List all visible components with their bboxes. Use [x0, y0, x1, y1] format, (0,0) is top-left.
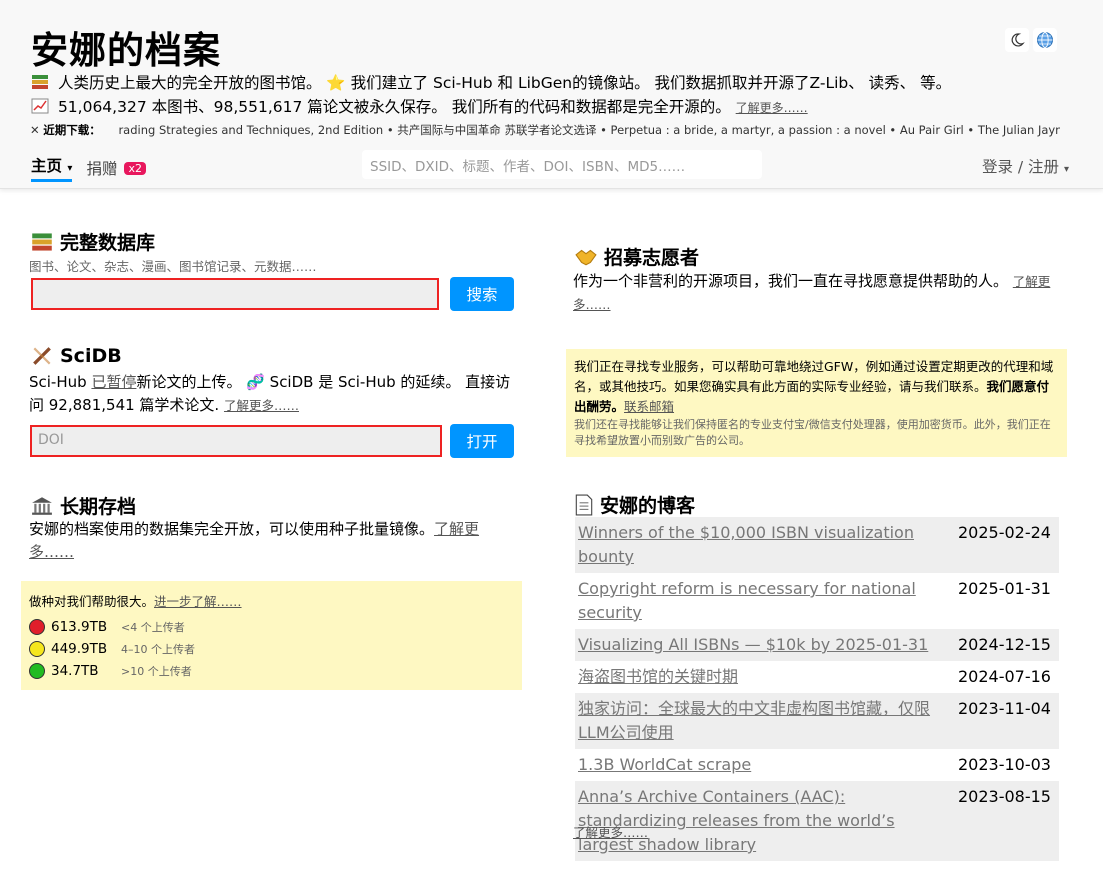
site-header: 安娜的档案 人类历史上最大的完全开放的图书馆。 ⭐ 我们建立了 Sci-Hub …	[0, 0, 1103, 189]
blog-post-link[interactable]: Winners of the $10,000 ISBN visualizatio…	[578, 523, 914, 566]
gfw-small-text: 我们还在寻找能够让我们保持匿名的专业支付宝/微信支付处理器，使用加密货币。此外，…	[574, 418, 1051, 447]
chart-icon	[31, 98, 49, 114]
scidb-more-link[interactable]: 了解更多……	[224, 398, 299, 413]
seed-row[interactable]: 449.9TB 4–10 个上传者	[29, 638, 514, 660]
blog-title: 安娜的博客	[600, 495, 696, 517]
paused-link[interactable]: 已暂停	[91, 373, 136, 391]
full-db-subtitle: 图书、论文、杂志、漫画、图书馆记录、元数据……	[29, 259, 317, 274]
volunteers-section: 招募志愿者	[575, 243, 699, 270]
recent-label: 近期下载：	[43, 123, 101, 137]
gfw-text: 我们正在寻找专业服务，可以帮助可靠地绕过GFW，例如通过设置定期更改的代理和域名…	[574, 359, 1054, 394]
globe-icon[interactable]	[1033, 28, 1057, 52]
blog-post-link[interactable]: Copyright reform is necessary for nation…	[578, 579, 916, 622]
volunteers-title: 招募志愿者	[604, 247, 700, 269]
open-button[interactable]: 打开	[450, 424, 514, 458]
scidb-section: SciDB	[31, 345, 122, 367]
site-title[interactable]: 安娜的档案	[31, 20, 221, 74]
seed-row[interactable]: 34.7TB >10 个上传者	[29, 660, 514, 682]
volunteers-text: 作为一个非营利的开源项目，我们一直在寻找愿意提供帮助的人。 了解更多……	[573, 272, 1051, 312]
table-row: Winners of the $10,000 ISBN visualizatio…	[575, 517, 1059, 573]
chevron-down-icon: ▾	[67, 163, 73, 174]
blog-post-date: 2023-10-03	[958, 755, 1051, 774]
nav-donate[interactable]: 捐赠	[86, 157, 117, 179]
table-row: Copyright reform is necessary for nation…	[575, 573, 1059, 629]
doi-input[interactable]: DOI	[30, 425, 442, 457]
learn-more-link[interactable]: 了解更多……	[736, 101, 808, 115]
scidb-title: SciDB	[60, 345, 122, 367]
search-button[interactable]: 搜索	[450, 277, 514, 311]
bank-icon	[32, 496, 52, 515]
table-row: 独家访问：全球最大的中文非虚构图书馆藏，仅限LLM公司使用 2023-11-04	[575, 693, 1059, 749]
table-row: Anna’s Archive Containers (AAC): standar…	[575, 781, 1059, 861]
recent-downloads: ✕ 近期下载： rading Strategies and Techniques…	[30, 122, 1060, 138]
handshake-icon	[575, 249, 597, 265]
close-icon[interactable]: ✕	[30, 123, 40, 137]
blog-post-link[interactable]: Anna’s Archive Containers (AAC): standar…	[578, 787, 895, 854]
tagline-line2: 51,064,327 本图书、98,551,617 篇论文被永久保存。 我们所有…	[57, 98, 731, 116]
chevron-down-icon: ▾	[1063, 164, 1069, 175]
green-dot-icon	[29, 663, 45, 679]
blog-post-link[interactable]: 1.3B WorldCat scrape	[578, 755, 751, 774]
blog-table: Winners of the $10,000 ISBN visualizatio…	[575, 517, 1059, 861]
blog-post-date: 2025-02-24	[958, 523, 1051, 542]
gfw-box: 我们正在寻找专业服务，可以帮助可靠地绕过GFW，例如通过设置定期更改的代理和域名…	[566, 349, 1067, 457]
login-register[interactable]: 登录 / 注册 ▾	[982, 155, 1069, 177]
blog-post-date: 2024-07-16	[958, 667, 1051, 686]
blog-post-link[interactable]: Visualizing All ISBNs — $10k by 2025-01-…	[578, 635, 928, 654]
document-icon	[575, 494, 593, 515]
dna-icon	[33, 347, 51, 365]
seeding-box: 做种对我们帮助很大。进一步了解…… 613.9TB <4 个上传者 449.9T…	[21, 581, 522, 690]
blog-section: 安娜的博客	[575, 491, 695, 518]
full-db-section: 完整数据库	[31, 228, 155, 255]
blog-post-date: 2023-11-04	[958, 699, 1051, 718]
table-row: 海盗图书馆的关键时期 2024-07-16	[575, 661, 1059, 693]
main-nav: 主页 ▾ 捐赠 x2	[31, 154, 146, 182]
contact-email-link[interactable]: 联系邮箱	[624, 399, 674, 414]
seed-row[interactable]: 613.9TB <4 个上传者	[29, 616, 514, 638]
table-row: 1.3B WorldCat scrape 2023-10-03	[575, 749, 1059, 781]
full-db-search-input[interactable]	[31, 278, 439, 310]
books-icon	[32, 75, 48, 89]
blog-post-date: 2023-08-15	[958, 787, 1051, 806]
long-term-title: 长期存档	[60, 496, 137, 518]
tagline-line1: 人类历史上最大的完全开放的图书馆。 ⭐ 我们建立了 Sci-Hub 和 LibG…	[57, 74, 952, 92]
seeding-intro: 做种对我们帮助很大。	[29, 594, 155, 609]
blog-post-link[interactable]: 独家访问：全球最大的中文非虚构图书馆藏，仅限LLM公司使用	[578, 699, 930, 742]
blog-more-link[interactable]: 了解更多……	[573, 822, 648, 841]
nav-home[interactable]: 主页 ▾	[31, 154, 73, 182]
yellow-dot-icon	[29, 641, 45, 657]
long-term-text: 安娜的档案使用的数据集完全开放，可以使用种子批量镜像。了解更多……	[29, 520, 480, 561]
red-dot-icon	[29, 619, 45, 635]
blog-post-date: 2024-12-15	[958, 635, 1051, 654]
donate-badge: x2	[124, 161, 146, 175]
full-db-title: 完整数据库	[60, 232, 156, 254]
long-term-section: 长期存档	[31, 492, 136, 519]
moon-icon[interactable]	[1005, 28, 1029, 52]
seeding-link[interactable]: 进一步了解……	[154, 594, 242, 609]
blog-post-link[interactable]: 海盗图书馆的关键时期	[578, 667, 738, 686]
search-input[interactable]: SSID、DXID、标题、作者、DOI、ISBN、MD5……	[362, 150, 762, 179]
recent-items[interactable]: rading Strategies and Techniques, 2nd Ed…	[118, 123, 1060, 137]
blog-post-date: 2025-01-31	[958, 579, 1051, 598]
table-row: Visualizing All ISBNs — $10k by 2025-01-…	[575, 629, 1059, 661]
books-icon	[32, 232, 52, 251]
scidb-text: Sci-Hub 已暂停新论文的上传。 🧬 SciDB 是 Sci-Hub 的延续…	[29, 373, 511, 414]
